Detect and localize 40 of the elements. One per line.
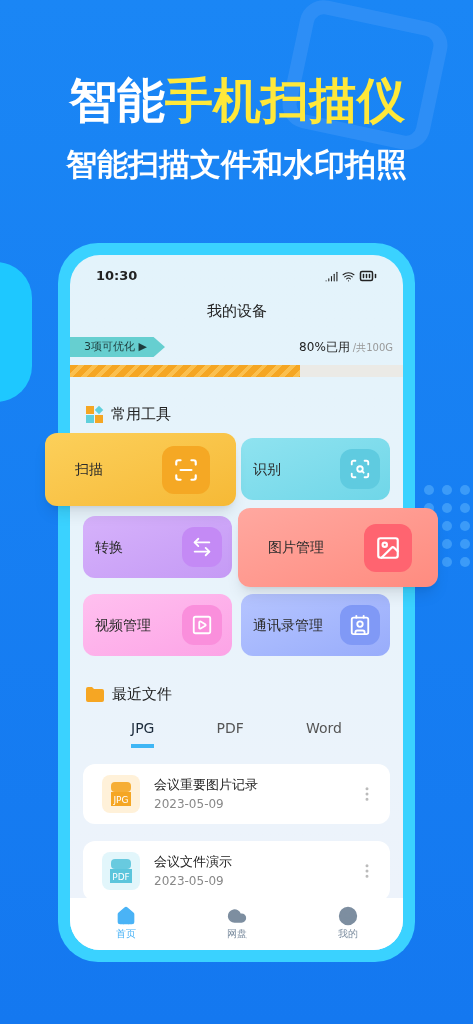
nav-item[interactable]: 我的 — [317, 906, 378, 950]
status-time: 10:30 — [96, 267, 138, 286]
image-icon — [364, 523, 412, 572]
signal-icon — [325, 269, 338, 283]
storage-used: 80%已用 — [299, 339, 350, 356]
file-type-icon: JPG — [102, 775, 140, 813]
headline: 智能手机扫描仪 — [68, 71, 405, 130]
file-name: 会议文件演示 — [154, 853, 233, 872]
nav-item[interactable]: 网盘 — [206, 906, 267, 950]
contact-card-icon — [340, 605, 380, 645]
folder-icon — [86, 686, 104, 702]
tool-card[interactable]: 识别 — [241, 438, 390, 500]
tool-card[interactable]: 转换 — [83, 516, 232, 578]
section-title: 常用工具 — [111, 403, 171, 425]
storage-total: /共100G — [352, 341, 393, 355]
cloud-icon — [226, 906, 247, 926]
file-name: 会议重要图片记录 — [154, 776, 259, 795]
screen-title: 我的设备 — [206, 300, 267, 322]
file-card[interactable]: JPG 会议重要图片记录 2023-05-09 — [83, 764, 390, 824]
home-icon — [115, 906, 136, 926]
scan-icon — [162, 445, 210, 494]
file-date: 2023-05-09 — [154, 872, 225, 890]
scan-search-icon — [340, 449, 380, 489]
file-type-tab[interactable]: PDF — [216, 718, 244, 748]
tool-card[interactable]: 扫描 — [45, 433, 236, 506]
tool-card[interactable]: 视频管理 — [83, 594, 232, 656]
file-type-icon: PDF — [102, 852, 140, 890]
video-icon — [182, 605, 222, 645]
file-type-tab[interactable]: Word — [305, 718, 342, 748]
file-type-tab[interactable]: JPG — [131, 718, 155, 748]
section-title: 最近文件 — [112, 683, 172, 705]
tool-card[interactable]: 通讯录管理 — [241, 594, 390, 656]
subtitle: 智能扫描文件和水印拍照 — [66, 145, 407, 184]
wifi-icon — [342, 269, 355, 283]
optimize-tag[interactable]: 3项可优化 ▶ — [70, 337, 165, 357]
swap-arrows-icon — [182, 527, 222, 567]
file-date: 2023-05-09 — [154, 795, 225, 813]
tools-grid-icon — [86, 405, 103, 423]
tool-card[interactable]: 图片管理 — [238, 508, 438, 587]
file-card[interactable]: PDF 会议文件演示 2023-05-09 — [83, 841, 390, 901]
